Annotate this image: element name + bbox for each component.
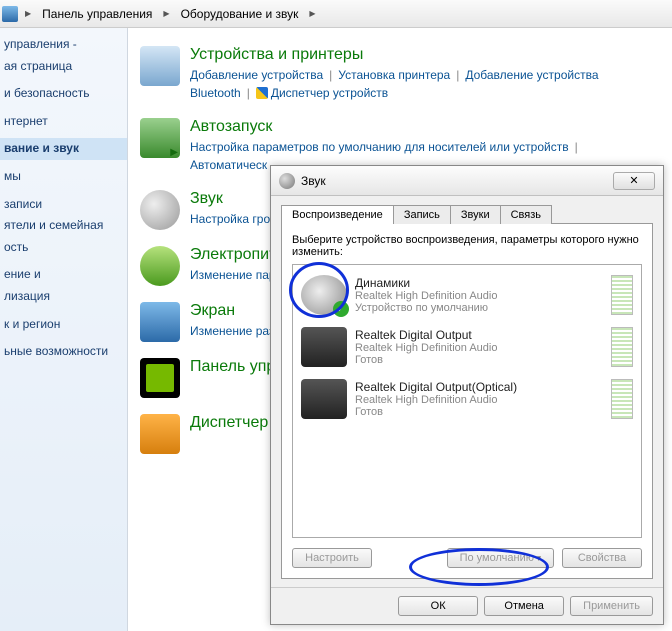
category-link[interactable]: Настройка параметров по умолчанию для но… — [190, 140, 569, 154]
device-name: Realtek Digital Output — [355, 328, 611, 342]
sidebar-item[interactable]: ение и — [0, 264, 127, 286]
sidebar-item[interactable]: ятели и семейная — [0, 215, 127, 237]
category-link[interactable]: Изменение раз — [190, 324, 274, 338]
dialog-titlebar: Звук ✕ — [271, 166, 663, 196]
chevron-right-icon[interactable]: ▶ — [305, 9, 319, 18]
device-list[interactable]: ✓ДинамикиRealtek High Definition AudioУс… — [292, 264, 642, 538]
category-title[interactable]: Устройства и принтеры — [190, 46, 660, 64]
tab-Запись[interactable]: Запись — [393, 205, 451, 224]
device-row[interactable]: Realtek Digital Output(Optical)Realtek H… — [297, 373, 637, 425]
sidebar-item[interactable]: лизация — [0, 286, 127, 308]
chevron-right-icon[interactable]: ▶ — [159, 9, 173, 18]
control-panel-icon — [2, 6, 18, 22]
audio-box-icon — [301, 327, 347, 367]
device-driver: Realtek High Definition Audio — [355, 342, 611, 354]
sidebar-item[interactable]: мы — [0, 166, 127, 188]
speaker-icon — [279, 173, 295, 189]
panel-instruction: Выберите устройство воспроизведения, пар… — [292, 234, 642, 258]
category-title[interactable]: Звук — [190, 190, 270, 208]
configure-button[interactable]: Настроить — [292, 548, 372, 568]
category-links: Добавление устройства|Установка принтера… — [190, 66, 660, 102]
address-bar: ▶ Панель управления ▶ Оборудование и зву… — [0, 0, 672, 28]
tab-panel-playback: Выберите устройство воспроизведения, пар… — [281, 223, 653, 579]
ic-autoplay-icon — [140, 118, 180, 158]
ic-nvidia-icon — [140, 358, 180, 398]
check-icon: ✓ — [333, 301, 349, 317]
sidebar-item[interactable]: к и регион — [0, 314, 127, 336]
device-driver: Realtek High Definition Audio — [355, 290, 611, 302]
sidebar-item[interactable]: ьные возможности — [0, 341, 127, 363]
ic-power-icon — [140, 246, 180, 286]
sidebar-item[interactable]: ость — [0, 237, 127, 259]
tab-Связь[interactable]: Связь — [500, 205, 552, 224]
ic-screen-icon — [140, 302, 180, 342]
speaker-icon: ✓ — [301, 275, 347, 315]
category-link[interactable]: Добавление устройства — [190, 68, 323, 82]
ic-sound-icon — [140, 190, 180, 230]
level-meter — [611, 275, 633, 315]
category-title[interactable]: Автозапуск — [190, 118, 660, 136]
ic-realtek-icon — [140, 414, 180, 454]
sidebar-item[interactable]: управления - — [0, 34, 127, 56]
category-link[interactable]: Изменение пар — [190, 268, 276, 282]
device-name: Realtek Digital Output(Optical) — [355, 380, 611, 394]
category-links: Настройка гро — [190, 210, 270, 228]
dialog-title: Звук — [301, 174, 613, 188]
device-row[interactable]: Realtek Digital OutputRealtek High Defin… — [297, 321, 637, 373]
category-title[interactable]: Диспетчер — [190, 414, 268, 432]
device-row[interactable]: ✓ ДинамикиRealtek High Definition AudioУс… — [297, 269, 637, 321]
category-title[interactable]: Панель упр — [190, 358, 275, 376]
category-link[interactable]: Установка принтера — [338, 68, 450, 82]
device-status: Готов — [355, 354, 611, 366]
category-link[interactable]: Настройка гро — [190, 212, 270, 226]
set-default-button[interactable]: По умолчанию — [447, 548, 554, 568]
tab-Воспроизведение[interactable]: Воспроизведение — [281, 205, 394, 224]
tabs: ВоспроизведениеЗаписьЗвукиСвязь — [281, 205, 653, 224]
device-status: Устройство по умолчанию — [355, 302, 611, 314]
category: Устройства и принтеры Добавление устройст… — [140, 46, 660, 102]
chevron-right-icon[interactable]: ▶ — [21, 9, 35, 18]
sidebar-item[interactable]: вание и звук — [0, 138, 127, 160]
sound-dialog: Звук ✕ ВоспроизведениеЗаписьЗвукиСвязь В… — [270, 165, 664, 625]
breadcrumb-item[interactable]: Панель управления — [35, 3, 159, 25]
sidebar-item[interactable]: ая страница — [0, 56, 127, 78]
level-meter — [611, 379, 633, 419]
ic-printer-icon — [140, 46, 180, 86]
breadcrumb-item[interactable]: Оборудование и звук — [174, 3, 306, 25]
shield-icon — [256, 87, 268, 99]
apply-button[interactable]: Применить — [570, 596, 653, 616]
sidebar-item[interactable]: и безопасность — [0, 83, 127, 105]
properties-button[interactable]: Свойства — [562, 548, 642, 568]
tab-Звуки[interactable]: Звуки — [450, 205, 501, 224]
sidebar-item[interactable]: нтернет — [0, 111, 127, 133]
close-button[interactable]: ✕ — [613, 172, 655, 190]
level-meter — [611, 327, 633, 367]
category-link[interactable]: Диспетчер устройств — [256, 86, 388, 100]
category-link[interactable]: Автоматическ — [190, 158, 267, 172]
sidebar: управления -ая страница и безопасность н… — [0, 28, 128, 631]
device-status: Готов — [355, 406, 611, 418]
dialog-footer: ОК Отмена Применить — [271, 587, 663, 624]
cancel-button[interactable]: Отмена — [484, 596, 564, 616]
ok-button[interactable]: ОК — [398, 596, 478, 616]
sidebar-item[interactable]: записи — [0, 194, 127, 216]
device-driver: Realtek High Definition Audio — [355, 394, 611, 406]
device-name: Динамики — [355, 276, 611, 290]
audio-box-icon — [301, 379, 347, 419]
